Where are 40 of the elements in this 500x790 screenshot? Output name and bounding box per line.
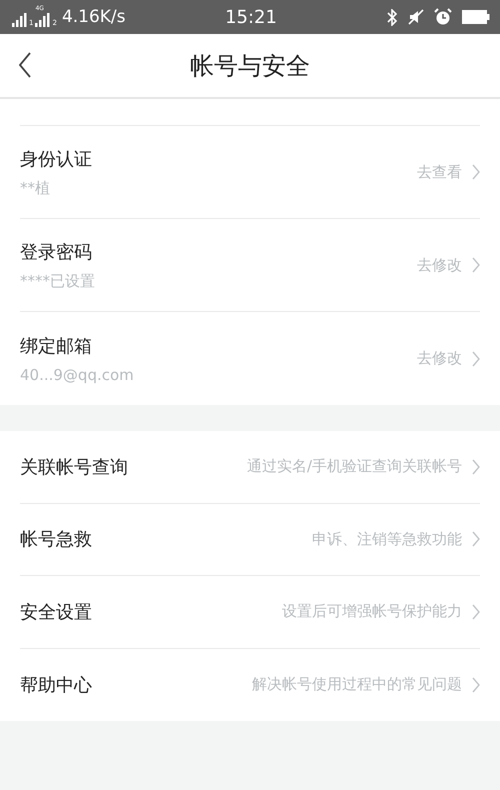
battery-icon	[462, 10, 490, 24]
chevron-right-icon	[472, 350, 480, 366]
account-item[interactable]: 身份认证 **植 去查看	[20, 126, 480, 219]
signal-icon	[35, 13, 52, 27]
item-hint: 设置后可增强帐号保护能力	[282, 602, 462, 622]
network-speed: 4.16K/s	[62, 7, 126, 27]
chevron-right-icon	[472, 676, 480, 693]
link-item[interactable]: 安全设置 设置后可增强帐号保护能力	[20, 576, 480, 648]
link-item[interactable]: 帐号急救 申诉、注销等急救功能	[20, 504, 480, 576]
item-value: 40...9@qq.com	[20, 366, 135, 384]
chevron-right-icon	[472, 458, 480, 475]
item-title: 身份认证	[20, 148, 93, 170]
chevron-right-icon	[472, 257, 480, 273]
account-item[interactable]: 绑定邮箱 40...9@qq.com 去修改	[20, 312, 480, 405]
bluetooth-icon	[386, 8, 398, 26]
chevron-right-icon	[472, 604, 480, 620]
item-action: 去查看	[417, 162, 462, 182]
signal-icon	[12, 13, 28, 27]
item-title: 关联帐号查询	[20, 456, 129, 479]
clock: 15:21	[225, 6, 277, 28]
item-action: 去修改	[417, 349, 462, 368]
page-title: 帐号与安全	[190, 50, 310, 82]
item-value: **植	[20, 178, 51, 198]
item-hint: 申诉、注销等急救功能	[312, 530, 462, 549]
item-hint: 解决帐号使用过程中的常见问题	[252, 675, 462, 694]
item-hint: 通过实名/手机验证查询关联帐号	[246, 457, 462, 476]
account-item[interactable]: 登录密码 ****已设置 去修改	[20, 219, 480, 312]
item-title: 绑定邮箱	[20, 334, 93, 358]
item-title: 帮助中心	[20, 674, 93, 697]
mute-icon	[408, 9, 424, 25]
link-item[interactable]: 关联帐号查询 通过实名/手机验证查询关联帐号	[20, 431, 480, 504]
link-item[interactable]: 帮助中心 解决帐号使用过程中的常见问题	[20, 648, 480, 721]
item-value: ****已设置	[20, 272, 96, 290]
item-title: 帐号急救	[20, 528, 93, 552]
item-title: 安全设置	[20, 600, 93, 624]
alarm-icon	[434, 8, 452, 26]
item-action: 去修改	[417, 256, 462, 274]
chevron-right-icon	[472, 531, 480, 548]
item-title: 登录密码	[20, 240, 93, 264]
chevron-right-icon	[472, 164, 480, 180]
